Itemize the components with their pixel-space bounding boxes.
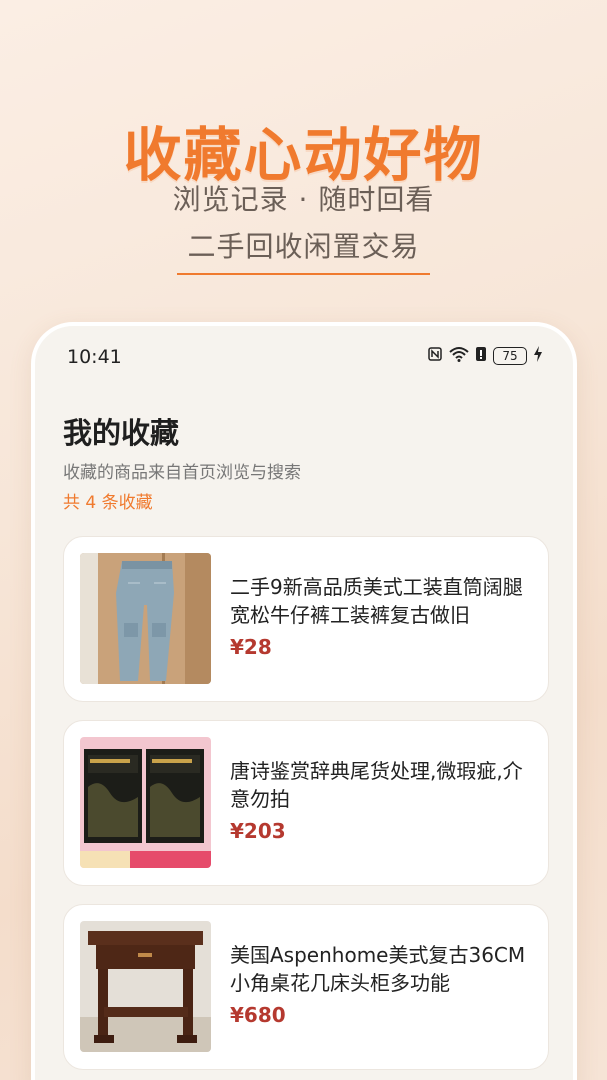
page-description: 收藏的商品来自首页浏览与搜索 [63,463,301,483]
phone-screen: 10:41 75 我的收藏 收藏的商品来自首页浏览与搜索 共 4 条收藏 二手9… [31,322,577,1080]
item-price: ¥203 [230,819,286,843]
list-item[interactable]: 二手9新高品质美式工装直筒阔腿宽松牛仔裤工装裤复古做旧 ¥28 [63,536,549,702]
item-price: ¥680 [230,1003,286,1027]
nfc-icon [427,346,443,366]
status-time: 10:41 [67,346,122,368]
alert-icon [475,346,487,366]
status-bar: 10:41 75 [67,346,543,368]
item-title: 唐诗鉴赏辞典尾货处理,微瑕疵,介意勿拍 [230,759,523,811]
hero-tagline: 二手回收闲置交易 [177,225,430,275]
favorites-list: 二手9新高品质美式工装直筒阔腿宽松牛仔裤工装裤复古做旧 ¥28 唐诗鉴赏辞典尾货… [63,536,549,1080]
wifi-icon [449,346,469,366]
book-photo [80,737,211,868]
favorites-count: 共 4 条收藏 [63,493,153,513]
item-title: 二手9新高品质美式工装直筒阔腿宽松牛仔裤工装裤复古做旧 [230,575,523,627]
item-price: ¥28 [230,635,272,659]
item-title: 美国Aspenhome美式复古36CM小角桌花几床头柜多功能 [230,943,526,995]
status-icons: 75 [427,346,543,366]
list-item[interactable]: 唐诗鉴赏辞典尾货处理,微瑕疵,介意勿拍 ¥203 [63,720,549,886]
hero-subtitle: 浏览记录 · 随时回看 [172,183,435,216]
hero-banner: 收藏心动好物 浏览记录 · 随时回看 二手回收闲置交易 [0,0,607,320]
battery-indicator: 75 [493,347,527,365]
side-table-photo [80,921,211,1052]
charging-icon [533,346,543,366]
list-item[interactable]: 美国Aspenhome美式复古36CM小角桌花几床头柜多功能 ¥680 [63,904,549,1070]
page-title: 我的收藏 [63,416,180,450]
jeans-photo [80,553,211,684]
